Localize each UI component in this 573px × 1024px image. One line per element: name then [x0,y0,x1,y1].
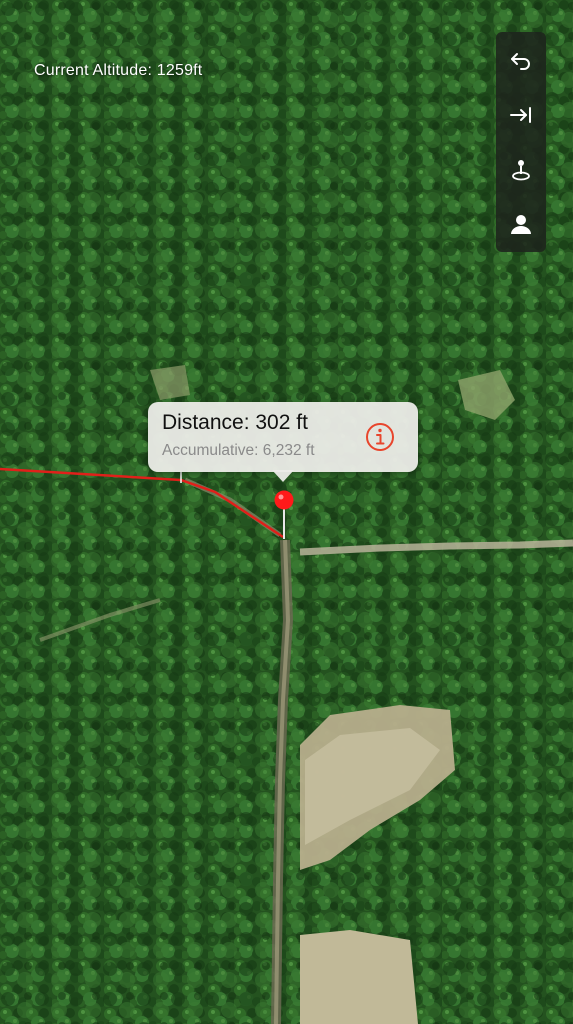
undo-button[interactable] [496,34,546,86]
user-icon [511,215,531,234]
map-pin[interactable] [273,489,295,541]
satellite-map[interactable]: Current Altitude: 1259ft Distance: 302 f… [0,0,573,1024]
callout-pointer [272,470,294,482]
pin-marker-icon [274,490,294,539]
info-icon [366,423,394,451]
pin-location-icon [512,160,530,181]
arrow-to-line-icon [510,107,531,123]
user-location-button[interactable] [496,199,546,251]
altitude-readout: Current Altitude: 1259ft [34,62,203,79]
jump-to-end-button[interactable] [496,89,546,141]
map-toolbar [496,32,546,252]
undo-icon [511,53,530,70]
info-button[interactable] [365,422,395,452]
distance-label: Distance: 302 ft [162,411,308,434]
distance-callout[interactable]: Distance: 302 ft Accumulative: 6,232 ft [148,402,418,482]
drop-pin-button[interactable] [496,144,546,196]
accumulative-label: Accumulative: 6,232 ft [162,442,315,459]
